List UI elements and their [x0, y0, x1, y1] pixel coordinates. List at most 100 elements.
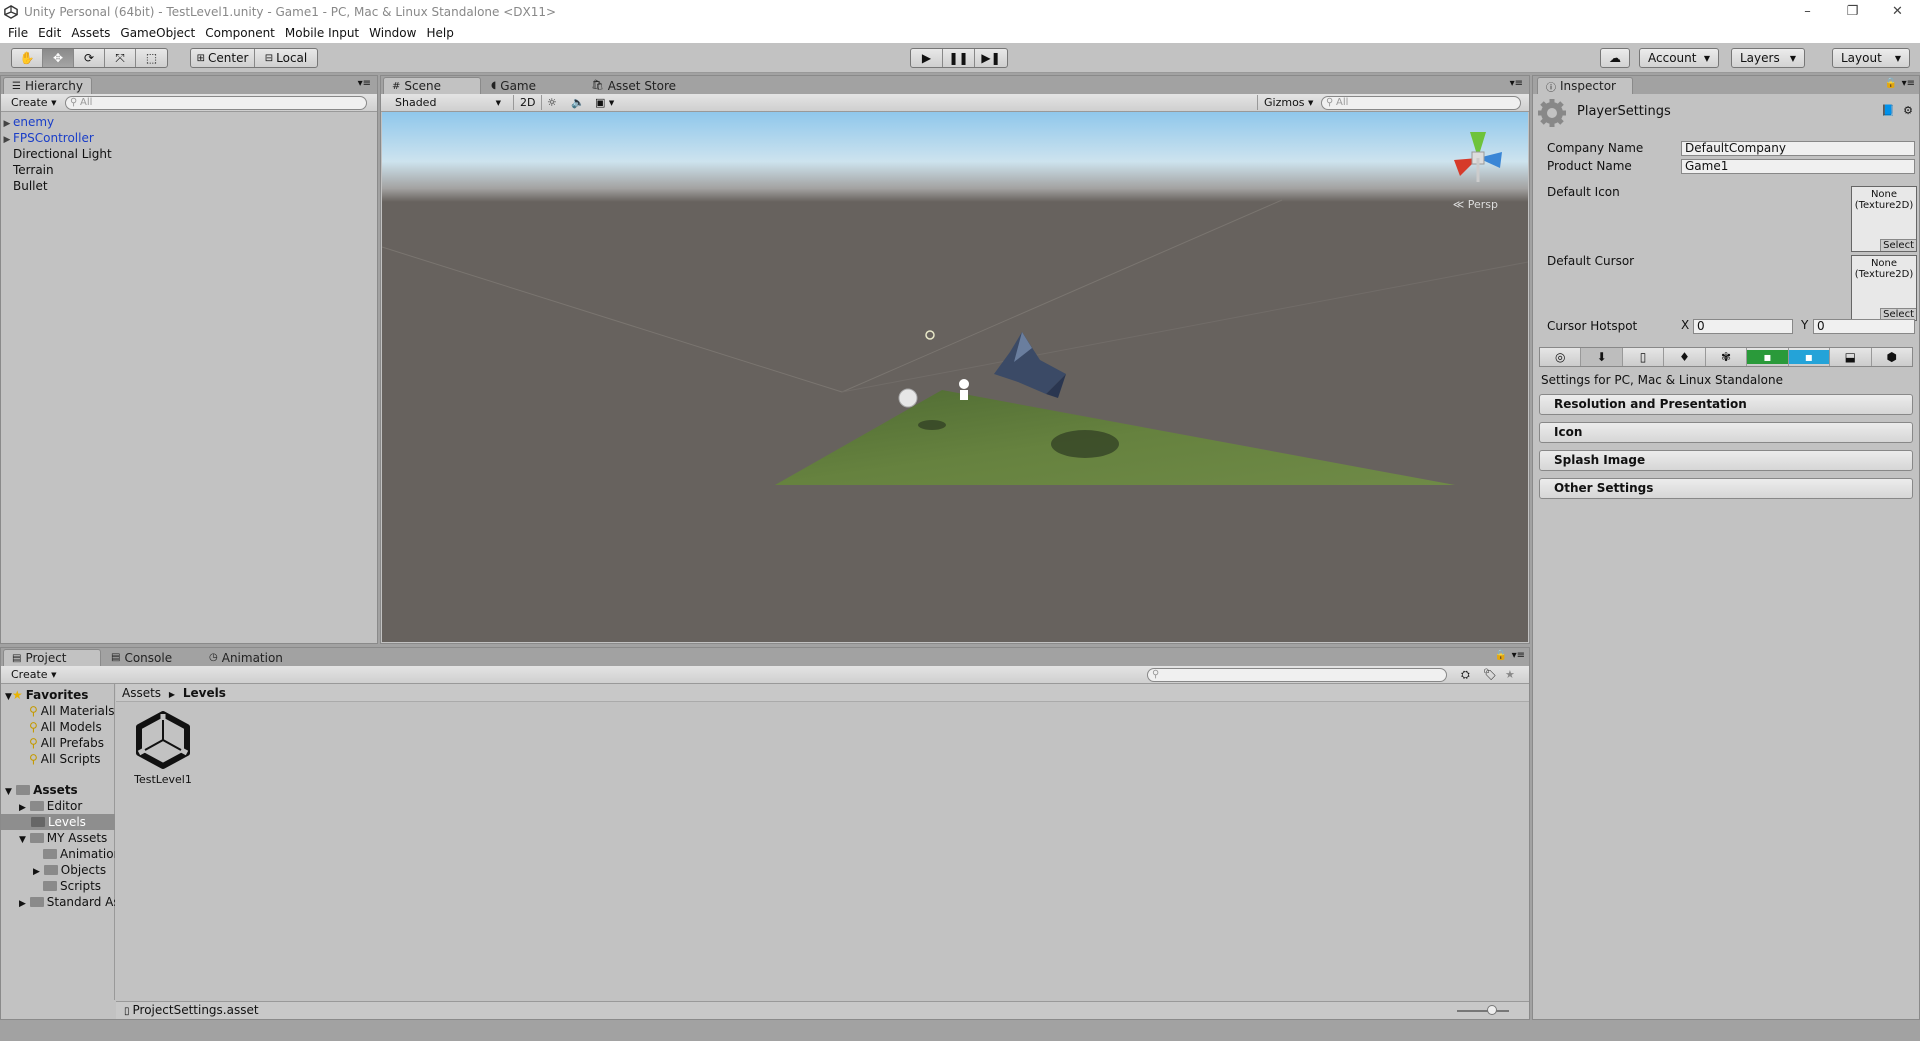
- tree-folder-scripts[interactable]: Scripts: [43, 878, 115, 894]
- panel-menu-icon[interactable]: ▾≡: [358, 78, 371, 89]
- platform-tizen-icon[interactable]: ✾: [1706, 348, 1748, 366]
- default-icon-texture-slot[interactable]: None (Texture2D) Select: [1851, 186, 1917, 252]
- expand-triangle-icon[interactable]: ▶: [19, 899, 26, 909]
- panel-menu-icon[interactable]: ▾≡: [1512, 650, 1525, 661]
- shading-mode-dropdown[interactable]: Shaded ▼: [389, 95, 507, 110]
- menu-file[interactable]: File: [8, 26, 28, 40]
- hand-tool-button[interactable]: ✋: [12, 49, 43, 67]
- hierarchy-item-enemy[interactable]: ▶ enemy: [1, 114, 55, 130]
- tree-folder-editor[interactable]: ▶ Editor: [19, 798, 115, 814]
- hierarchy-create-dropdown[interactable]: Create ▼: [5, 95, 62, 110]
- minimize-button[interactable]: –: [1785, 0, 1830, 23]
- effects-dropdown[interactable]: ▣ ▼: [589, 95, 620, 110]
- filter-by-label-icon[interactable]: 🏷: [1483, 668, 1497, 681]
- expand-triangle-icon[interactable]: ▼: [19, 835, 26, 845]
- layout-dropdown[interactable]: Layout ▼: [1832, 48, 1910, 68]
- tree-folder-levels[interactable]: Levels: [1, 814, 115, 830]
- tab-console[interactable]: ▤ Console: [103, 649, 180, 666]
- panel-menu-icon[interactable]: ▾≡: [1902, 78, 1915, 89]
- favorite-all-scripts[interactable]: ⚲ All Scripts: [29, 751, 101, 767]
- lock-icon[interactable]: 🔒: [1495, 650, 1507, 661]
- favorite-all-prefabs[interactable]: ⚲ All Prefabs: [29, 735, 104, 751]
- lighting-toggle[interactable]: ☼: [541, 95, 563, 110]
- enemy-model[interactable]: [994, 332, 1066, 398]
- hierarchy-item-terrain[interactable]: Terrain: [1, 162, 54, 178]
- toggle-2d-button[interactable]: 2D: [513, 95, 543, 110]
- account-dropdown[interactable]: Account ▼: [1639, 48, 1719, 68]
- projection-label[interactable]: ≪ Persp: [1453, 198, 1498, 211]
- breadcrumb-assets[interactable]: Assets: [122, 686, 161, 700]
- expand-triangle-icon[interactable]: ▼: [5, 692, 12, 702]
- cloud-button[interactable]: ☁: [1600, 48, 1630, 68]
- icon-size-slider[interactable]: [1457, 1005, 1509, 1015]
- project-create-dropdown[interactable]: Create ▼: [5, 667, 62, 682]
- asset-item-testlevel1[interactable]: TestLevel1: [131, 710, 195, 794]
- fpscontroller-gizmo-icon[interactable]: [959, 379, 969, 400]
- platform-webgl-icon[interactable]: ⬓: [1830, 348, 1872, 366]
- project-search-input[interactable]: ⚲: [1147, 668, 1447, 682]
- directional-light-gizmo-icon[interactable]: [925, 330, 935, 340]
- company-name-field[interactable]: DefaultCompany: [1681, 141, 1915, 156]
- platform-standalone-icon[interactable]: ⬇: [1581, 348, 1623, 366]
- menu-edit[interactable]: Edit: [38, 26, 61, 40]
- filter-by-type-icon[interactable]: ⛭: [1461, 668, 1470, 682]
- tab-hierarchy[interactable]: ☰ Hierarchy: [3, 77, 92, 94]
- lock-icon[interactable]: 🔒: [1885, 78, 1897, 89]
- scene-viewport[interactable]: ≪ Persp: [382, 112, 1528, 642]
- step-button[interactable]: ▶❚: [975, 49, 1007, 67]
- hierarchy-item-bullet[interactable]: Bullet: [1, 178, 48, 194]
- menu-assets[interactable]: Assets: [71, 26, 110, 40]
- default-cursor-texture-slot[interactable]: None (Texture2D) Select: [1851, 255, 1917, 321]
- hotspot-y-field[interactable]: 0: [1813, 319, 1915, 334]
- expand-triangle-icon[interactable]: ▶: [33, 867, 40, 877]
- menu-gameobject[interactable]: GameObject: [120, 26, 195, 40]
- rotate-tool-button[interactable]: ⟳: [74, 49, 105, 67]
- panel-menu-icon[interactable]: ▾≡: [1510, 78, 1523, 89]
- menu-window[interactable]: Window: [369, 26, 416, 40]
- section-splash-image[interactable]: Splash Image: [1539, 450, 1913, 471]
- section-other-settings[interactable]: Other Settings: [1539, 478, 1913, 499]
- expand-triangle-icon[interactable]: ▼: [5, 787, 12, 797]
- section-resolution-presentation[interactable]: Resolution and Presentation: [1539, 394, 1913, 415]
- tab-inspector[interactable]: ⓘ Inspector: [1537, 77, 1633, 94]
- platform-samsung-tv-icon[interactable]: ⬢: [1872, 348, 1912, 366]
- platform-xbox-icon[interactable]: ▪: [1747, 348, 1789, 366]
- product-name-field[interactable]: Game1: [1681, 159, 1915, 174]
- pause-button[interactable]: ❚❚: [943, 49, 975, 67]
- tree-folder-standard-assets[interactable]: ▶ Standard Assets: [19, 894, 115, 910]
- slider-thumb[interactable]: [1487, 1005, 1497, 1015]
- tab-scene[interactable]: # Scene: [383, 77, 481, 94]
- section-icon[interactable]: Icon: [1539, 422, 1913, 443]
- close-button[interactable]: ✕: [1875, 0, 1920, 23]
- pivot-center-button[interactable]: ⊞ Center: [191, 49, 255, 67]
- tree-folder-objects[interactable]: ▶ Objects: [33, 862, 115, 878]
- platform-ios-icon[interactable]: ▯: [1623, 348, 1665, 366]
- platform-windows-store-icon[interactable]: ▪: [1788, 348, 1831, 366]
- platform-android-icon[interactable]: ♦: [1664, 348, 1706, 366]
- menu-component[interactable]: Component: [205, 26, 275, 40]
- tab-animation[interactable]: ◷ Animation: [201, 649, 291, 666]
- favorite-all-materials[interactable]: ⚲ All Materials: [29, 703, 115, 719]
- tab-project[interactable]: ▤ Project: [3, 649, 101, 666]
- gizmos-dropdown[interactable]: Gizmos ▼: [1257, 95, 1319, 110]
- help-book-icon[interactable]: 📘: [1881, 104, 1895, 117]
- favorites-header[interactable]: ▼★ Favorites: [5, 687, 88, 703]
- hierarchy-item-directional-light[interactable]: Directional Light: [1, 146, 112, 162]
- menu-help[interactable]: Help: [426, 26, 453, 40]
- breadcrumb-levels[interactable]: Levels: [183, 686, 226, 700]
- tab-asset-store[interactable]: 🛍 Asset Store: [583, 77, 684, 94]
- tab-game[interactable]: ◖ Game: [483, 77, 544, 94]
- move-tool-button[interactable]: ✥: [43, 49, 74, 67]
- scale-tool-button[interactable]: ⤧: [105, 49, 136, 67]
- select-texture-button[interactable]: Select: [1880, 239, 1916, 251]
- bullet-sphere[interactable]: [898, 388, 918, 408]
- gear-icon[interactable]: ⚙: [1903, 104, 1913, 117]
- assets-header[interactable]: ▼ Assets: [5, 782, 78, 798]
- platform-web-icon[interactable]: ◎: [1540, 348, 1582, 366]
- menu-mobile-input[interactable]: Mobile Input: [285, 26, 359, 40]
- hierarchy-item-fpscontroller[interactable]: ▶ FPSController: [1, 130, 94, 146]
- orientation-gizmo[interactable]: [1438, 122, 1518, 192]
- play-button[interactable]: ▶: [911, 49, 943, 67]
- pivot-local-button[interactable]: ⊟ Local: [255, 49, 317, 67]
- tree-folder-my-assets[interactable]: ▼ MY Assets: [19, 830, 115, 846]
